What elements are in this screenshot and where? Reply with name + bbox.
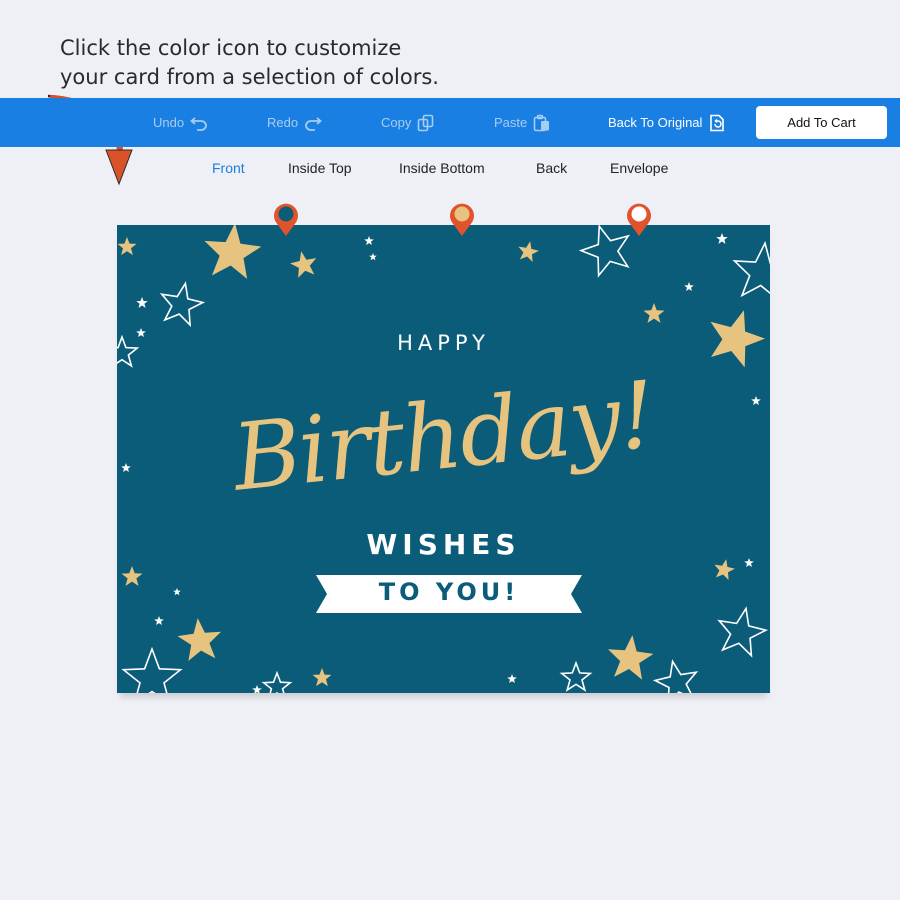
redo-label: Redo	[267, 115, 299, 130]
paste-button[interactable]: Paste	[494, 98, 551, 147]
back-to-original-button[interactable]: Back To Original	[608, 98, 726, 147]
tab-inside-bottom[interactable]: Inside Bottom	[399, 160, 485, 176]
white-star-icon	[684, 282, 694, 291]
color-pin-gold[interactable]	[449, 201, 475, 237]
white-star-icon	[173, 588, 181, 596]
outline-star-icon	[717, 606, 769, 658]
outline-star-icon	[159, 281, 206, 328]
white-star-icon	[507, 674, 517, 683]
add-to-cart-button[interactable]: Add To Cart	[756, 106, 887, 139]
undo-icon	[190, 116, 207, 131]
outline-star-icon	[261, 670, 293, 693]
gold-star-icon	[290, 251, 317, 278]
white-star-icon	[716, 233, 728, 244]
outline-star-icon	[559, 660, 593, 692]
card-text-happy[interactable]: HAPPY	[117, 331, 770, 355]
paste-label: Paste	[494, 115, 528, 130]
card-text-wishes[interactable]: WISHES	[117, 528, 770, 561]
card-preview[interactable]: HAPPY Birthday! WISHES TO YOU!	[117, 225, 770, 693]
color-pin-white[interactable]	[626, 201, 652, 237]
outline-star-icon	[732, 240, 770, 298]
gold-star-icon	[117, 237, 137, 256]
white-star-icon	[154, 616, 164, 625]
instructions-line-2: your card from a selection of colors.	[60, 65, 439, 89]
gold-star-icon	[121, 566, 143, 586]
paste-icon	[533, 114, 550, 131]
card-text-to-you[interactable]: TO YOU!	[316, 578, 582, 606]
gold-star-icon	[714, 559, 735, 580]
gold-star-icon	[312, 668, 332, 687]
tab-back[interactable]: Back	[536, 160, 567, 176]
redo-button[interactable]: Redo	[267, 98, 322, 147]
tab-inside-top[interactable]: Inside Top	[288, 160, 352, 176]
back-to-original-label: Back To Original	[608, 115, 703, 130]
white-star-icon	[136, 297, 148, 308]
gold-star-icon	[643, 303, 665, 323]
card-section-tabs: Front Inside Top Inside Bottom Back Enve…	[0, 160, 900, 184]
gold-star-icon	[608, 635, 654, 680]
instructions-line-1: Click the color icon to customize	[60, 36, 402, 60]
white-star-icon	[252, 685, 262, 693]
copy-button[interactable]: Copy	[381, 98, 435, 147]
white-star-icon	[364, 236, 374, 245]
color-pin-background[interactable]	[273, 201, 299, 237]
tab-front[interactable]: Front	[212, 160, 245, 176]
gold-star-icon	[204, 225, 262, 279]
redo-icon	[305, 116, 322, 131]
revert-icon	[710, 114, 725, 131]
instructions-text: Click the color icon to customize your c…	[60, 34, 439, 92]
undo-button[interactable]: Undo	[153, 98, 208, 147]
outline-star-icon	[652, 659, 699, 693]
gold-star-icon	[177, 618, 222, 661]
gold-star-icon	[518, 241, 539, 262]
outline-star-icon	[578, 225, 631, 278]
tab-envelope[interactable]: Envelope	[610, 160, 668, 176]
undo-label: Undo	[153, 115, 185, 130]
copy-icon	[418, 114, 434, 131]
white-star-icon	[369, 253, 377, 261]
copy-label: Copy	[381, 115, 412, 130]
outline-star-icon	[121, 646, 183, 693]
